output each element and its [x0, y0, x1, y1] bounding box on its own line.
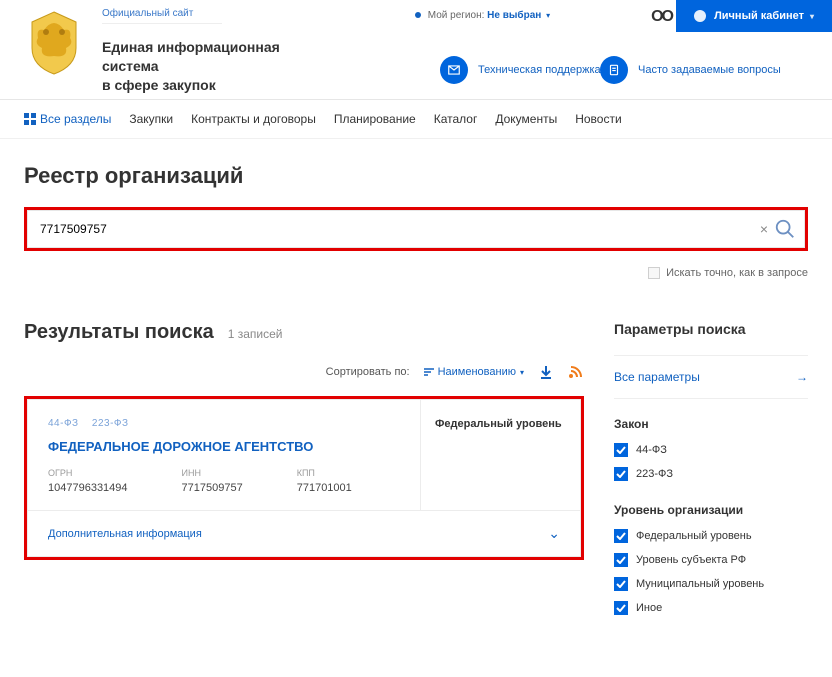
nav-item[interactable]: Закупки — [129, 112, 173, 126]
page-body: Реестр организаций × Искать точно, как в… — [0, 139, 832, 677]
results-header: Результаты поиска 1 записей — [24, 321, 584, 344]
chevron-down-icon: ▾ — [810, 12, 814, 21]
region-selector[interactable]: Мой регион: Не выбран ▾ — [415, 10, 550, 21]
faq-link[interactable]: Часто задаваемые вопросы — [600, 56, 781, 84]
results-area: Результаты поиска 1 записей Сортировать … — [24, 321, 808, 637]
download-icon[interactable] — [538, 364, 554, 380]
law-tags: 44-ФЗ 223-ФЗ — [48, 418, 400, 429]
nav-item[interactable]: Контракты и договоры — [191, 112, 316, 126]
main-nav: Все разделы Закупки Контракты и договоры… — [0, 100, 832, 139]
results-count: 1 записей — [228, 327, 283, 341]
tech-support-link[interactable]: Техническая поддержка — [440, 56, 601, 84]
sort-bar: Сортировать по: Наименованию ▾ — [24, 364, 584, 380]
checkbox-law-44[interactable]: 44-ФЗ — [614, 443, 808, 457]
official-site-label[interactable]: Официальный сайт — [102, 8, 222, 24]
filter-level: Уровень организации Федеральный уровень … — [614, 503, 808, 615]
filters-panel: Параметры поиска Все параметры → Закон 4… — [614, 321, 808, 637]
sort-label: Сортировать по: — [326, 366, 410, 378]
checkbox-level[interactable]: Федеральный уровень — [614, 529, 808, 543]
nav-item[interactable]: Новости — [575, 112, 621, 126]
document-icon — [600, 56, 628, 84]
card-expand[interactable]: Дополнительная информация ⌄ — [28, 510, 580, 556]
rss-icon[interactable] — [568, 364, 584, 380]
topbar: Официальный сайт Единая информационная с… — [0, 0, 832, 100]
more-info-link[interactable]: Дополнительная информация — [48, 528, 202, 540]
checkbox-level[interactable]: Уровень субъекта РФ — [614, 553, 808, 567]
sort-icon — [424, 368, 434, 376]
site-title: Единая информационная система в сфере за… — [102, 38, 322, 95]
search-icon[interactable] — [774, 218, 796, 240]
search-highlight: × — [24, 207, 808, 251]
pin-icon — [415, 12, 421, 18]
header-text-col: Официальный сайт Единая информационная с… — [102, 8, 322, 95]
all-parameters-link[interactable]: Все параметры → — [614, 355, 808, 399]
exact-search-checkbox[interactable]: Искать точно, как в запросе — [24, 267, 808, 279]
chevron-down-icon: ▾ — [546, 11, 550, 20]
nav-item[interactable]: Планирование — [334, 112, 416, 126]
personal-cabinet-button[interactable]: Личный кабинет ▾ — [676, 0, 832, 32]
checkbox-level[interactable]: Муниципальный уровень — [614, 577, 808, 591]
search-field-wrap: × — [27, 210, 805, 248]
chevron-down-icon: ⌄ — [548, 525, 560, 542]
state-emblem — [24, 8, 84, 76]
accessibility-toggle[interactable]: OO — [651, 8, 672, 26]
sort-selector[interactable]: Наименованию ▾ — [424, 366, 524, 378]
card-level: Федеральный уровень — [420, 400, 580, 510]
result-highlight: 44-ФЗ 223-ФЗ ФЕДЕРАЛЬНОЕ ДОРОЖНОЕ АГЕНТС… — [24, 396, 584, 560]
nav-all-sections[interactable]: Все разделы — [24, 112, 111, 126]
arrow-right-icon: → — [796, 370, 808, 384]
results-title: Результаты поиска — [24, 321, 214, 344]
filters-title: Параметры поиска — [614, 321, 808, 337]
user-icon — [694, 10, 706, 22]
nav-item[interactable]: Каталог — [434, 112, 478, 126]
org-name-link[interactable]: ФЕДЕРАЛЬНОЕ ДОРОЖНОЕ АГЕНТСТВО — [48, 439, 400, 454]
page-title: Реестр организаций — [24, 163, 808, 189]
grid-icon — [24, 113, 36, 125]
org-props: ОГРН1047796331494 ИНН7717509757 КПП77170… — [48, 468, 400, 494]
results-left: Результаты поиска 1 записей Сортировать … — [24, 321, 584, 637]
result-card: 44-ФЗ 223-ФЗ ФЕДЕРАЛЬНОЕ ДОРОЖНОЕ АГЕНТС… — [27, 399, 581, 557]
filter-law: Закон 44-ФЗ 223-ФЗ — [614, 417, 808, 481]
chevron-down-icon: ▾ — [520, 368, 524, 377]
clear-icon[interactable]: × — [754, 221, 774, 237]
search-input[interactable] — [28, 212, 754, 246]
checkbox-level[interactable]: Иное — [614, 601, 808, 615]
checkbox-icon — [648, 267, 660, 279]
checkbox-law-223[interactable]: 223-ФЗ — [614, 467, 808, 481]
mail-icon — [440, 56, 468, 84]
nav-item[interactable]: Документы — [495, 112, 557, 126]
